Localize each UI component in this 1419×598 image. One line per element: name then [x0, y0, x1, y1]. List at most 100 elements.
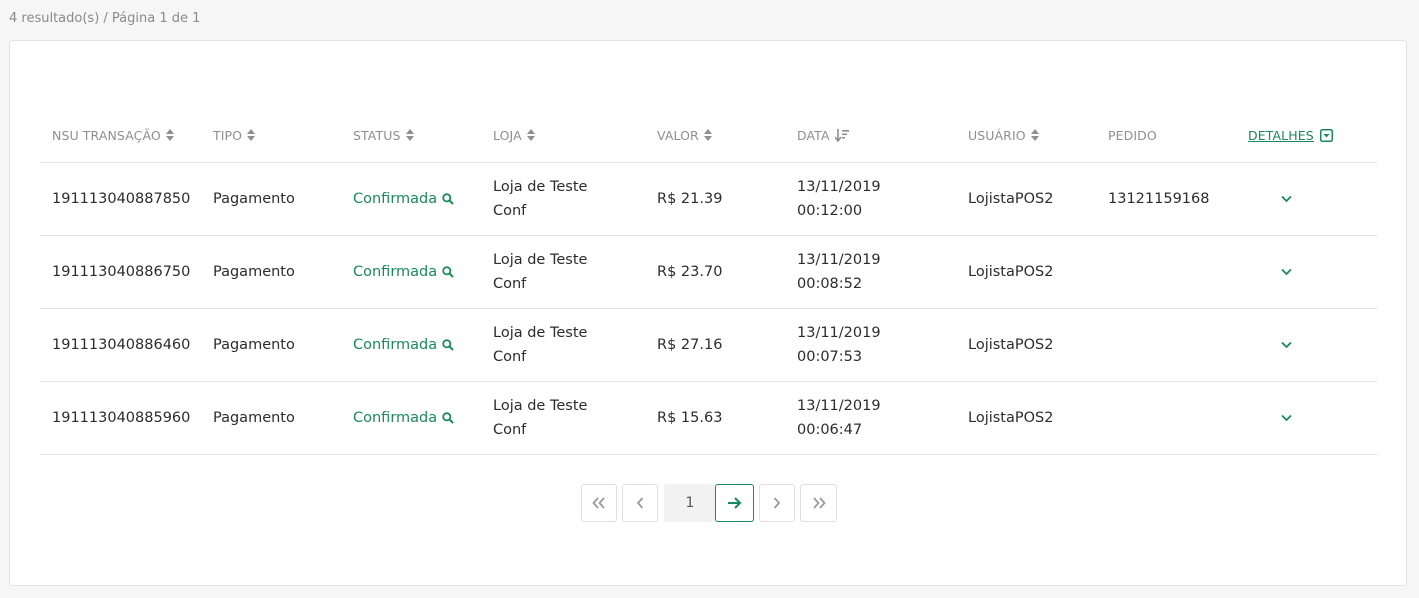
- column-header-detalhes[interactable]: DETALHES: [1248, 115, 1333, 155]
- cell-loja-line1: Loja de Teste: [493, 179, 588, 195]
- chevron-down-icon[interactable]: [1278, 309, 1294, 381]
- cell-status[interactable]: Confirmada: [353, 309, 454, 381]
- cell-loja: Loja de Teste Conf: [493, 236, 587, 308]
- previous-page-button[interactable]: [622, 484, 658, 522]
- go-next-button[interactable]: [715, 484, 754, 522]
- results-summary: 4 resultado(s) / Página 1 de 1: [9, 11, 201, 26]
- column-header-status[interactable]: STATUS: [353, 115, 414, 155]
- column-header-status-label: STATUS: [353, 127, 401, 143]
- status-label: Confirmada: [353, 337, 438, 353]
- cell-status[interactable]: Confirmada: [353, 163, 454, 235]
- table-header: NSU TRANSAÇÃO TIPO STATUS LOJA VALOR DAT…: [40, 95, 1377, 163]
- arrow-right-icon: [727, 496, 742, 510]
- magnifier-icon[interactable]: [442, 412, 454, 424]
- chevron-down-icon[interactable]: [1278, 163, 1294, 235]
- cell-nsu: 191113040885960: [52, 410, 191, 426]
- chevron-down-icon[interactable]: [1278, 236, 1294, 308]
- first-page-button[interactable]: [581, 484, 617, 522]
- double-chevron-left-icon: [592, 497, 606, 509]
- column-header-loja[interactable]: LOJA: [493, 115, 535, 155]
- cell-nsu: 191113040886750: [52, 264, 191, 280]
- cell-data: 13/11/2019 00:12:00: [797, 163, 881, 235]
- status-label: Confirmada: [353, 191, 438, 207]
- table-row: 191113040887850 Pagamento Confirmada Loj…: [40, 163, 1377, 236]
- cell-data-time: 00:08:52: [797, 276, 863, 292]
- chevron-left-icon: [636, 497, 644, 509]
- cell-valor: R$ 15.63: [657, 410, 723, 426]
- cell-data-time: 00:12:00: [797, 203, 863, 219]
- cell-loja: Loja de Teste Conf: [493, 382, 587, 454]
- cell-usuario: LojistaPOS2: [968, 191, 1054, 207]
- column-header-tipo[interactable]: TIPO: [213, 115, 256, 155]
- magnifier-icon[interactable]: [442, 339, 454, 351]
- cell-loja: Loja de Teste Conf: [493, 163, 587, 235]
- magnifier-icon[interactable]: [442, 193, 454, 205]
- column-header-loja-label: LOJA: [493, 127, 522, 143]
- cell-usuario: LojistaPOS2: [968, 337, 1054, 353]
- cell-data-date: 13/11/2019: [797, 398, 881, 414]
- column-header-data[interactable]: DATA: [797, 115, 849, 155]
- cell-valor: R$ 27.16: [657, 337, 723, 353]
- cell-data: 13/11/2019 00:08:52: [797, 236, 881, 308]
- table-row: 191113040885960 Pagamento Confirmada Loj…: [40, 382, 1377, 455]
- sort-icon[interactable]: [405, 129, 414, 141]
- cell-usuario: LojistaPOS2: [968, 264, 1054, 280]
- cell-loja-line1: Loja de Teste: [493, 252, 588, 268]
- sort-icon[interactable]: [165, 129, 174, 141]
- cell-nsu: 191113040886460: [52, 337, 191, 353]
- column-header-tipo-label: TIPO: [213, 127, 243, 143]
- status-label: Confirmada: [353, 264, 438, 280]
- cell-data-time: 00:06:47: [797, 422, 863, 438]
- column-header-valor[interactable]: VALOR: [657, 115, 712, 155]
- sort-icon[interactable]: [703, 129, 712, 141]
- cell-valor: R$ 23.70: [657, 264, 723, 280]
- column-header-nsu[interactable]: NSU TRANSAÇÃO: [52, 115, 174, 155]
- cell-loja-line2: Conf: [493, 349, 527, 365]
- chevron-right-icon: [773, 497, 781, 509]
- pagination: 1: [581, 484, 837, 522]
- column-header-usuario-label: USUÁRIO: [968, 127, 1026, 143]
- sort-icon[interactable]: [526, 129, 535, 141]
- column-header-pedido: PEDIDO: [1108, 115, 1157, 155]
- cell-tipo: Pagamento: [213, 337, 295, 353]
- cell-loja-line1: Loja de Teste: [493, 398, 588, 414]
- cell-valor: R$ 21.39: [657, 191, 723, 207]
- chevron-down-icon[interactable]: [1278, 382, 1294, 454]
- column-header-detalhes-label[interactable]: DETALHES: [1248, 128, 1314, 143]
- column-header-data-label: DATA: [797, 127, 830, 143]
- sort-icon[interactable]: [247, 129, 256, 141]
- cell-pedido: 13121159168: [1108, 191, 1210, 207]
- cell-data: 13/11/2019 00:06:47: [797, 382, 881, 454]
- sort-descending-icon[interactable]: [834, 128, 849, 142]
- table-row: 191113040886460 Pagamento Confirmada Loj…: [40, 309, 1377, 382]
- column-header-nsu-label: NSU TRANSAÇÃO: [52, 127, 161, 143]
- sort-icon[interactable]: [1030, 129, 1039, 141]
- cell-status[interactable]: Confirmada: [353, 382, 454, 454]
- magnifier-icon[interactable]: [442, 266, 454, 278]
- cell-loja-line2: Conf: [493, 203, 527, 219]
- column-header-usuario[interactable]: USUÁRIO: [968, 115, 1039, 155]
- cell-status[interactable]: Confirmada: [353, 236, 454, 308]
- last-page-button[interactable]: [800, 484, 837, 522]
- dropdown-box-icon[interactable]: [1319, 128, 1333, 142]
- next-page-button[interactable]: [759, 484, 795, 522]
- cell-data-date: 13/11/2019: [797, 325, 881, 341]
- cell-loja: Loja de Teste Conf: [493, 309, 587, 381]
- cell-tipo: Pagamento: [213, 191, 295, 207]
- table-row: 191113040886750 Pagamento Confirmada Loj…: [40, 236, 1377, 309]
- status-label: Confirmada: [353, 410, 438, 426]
- column-header-valor-label: VALOR: [657, 127, 699, 143]
- cell-data-time: 00:07:53: [797, 349, 863, 365]
- cell-usuario: LojistaPOS2: [968, 410, 1054, 426]
- cell-loja-line2: Conf: [493, 422, 527, 438]
- cell-tipo: Pagamento: [213, 264, 295, 280]
- cell-loja-line2: Conf: [493, 276, 527, 292]
- cell-tipo: Pagamento: [213, 410, 295, 426]
- page-number-button[interactable]: 1: [664, 484, 716, 522]
- cell-data-date: 13/11/2019: [797, 252, 881, 268]
- double-chevron-right-icon: [812, 497, 826, 509]
- cell-data-date: 13/11/2019: [797, 179, 881, 195]
- cell-loja-line1: Loja de Teste: [493, 325, 588, 341]
- cell-nsu: 191113040887850: [52, 191, 191, 207]
- cell-data: 13/11/2019 00:07:53: [797, 309, 881, 381]
